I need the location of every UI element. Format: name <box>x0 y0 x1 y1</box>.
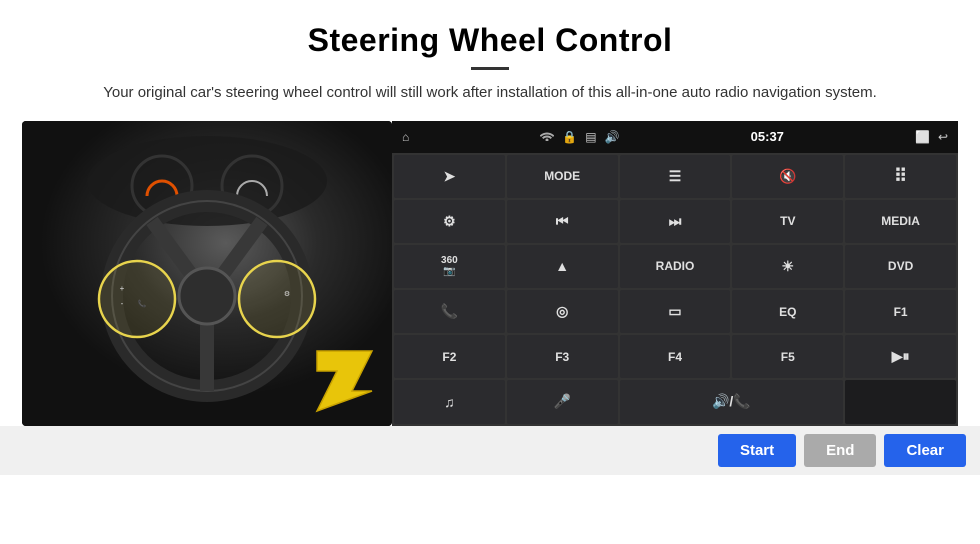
apps-button[interactable]: ⠿ <box>845 155 956 198</box>
f5-button[interactable]: F5 <box>732 335 843 378</box>
svg-text:📞: 📞 <box>138 299 147 308</box>
radio-button[interactable]: RADIO <box>620 245 731 288</box>
f2-button[interactable]: F2 <box>394 335 505 378</box>
vol-call-button[interactable]: 🔊/📞 <box>620 380 844 423</box>
f3-button[interactable]: F3 <box>507 335 618 378</box>
phone-button[interactable]: 📞 <box>394 290 505 333</box>
start-button[interactable]: Start <box>718 434 796 467</box>
steering-svg: + - 📞 ⚙ <box>22 121 392 426</box>
brightness-button[interactable]: ☀ <box>732 245 843 288</box>
wifi-icon <box>540 130 554 144</box>
mic-button[interactable]: 🎤 <box>507 380 618 423</box>
page-title: Steering Wheel Control <box>0 0 980 59</box>
status-time: 05:37 <box>751 129 784 144</box>
nav-button[interactable]: ➤ <box>394 155 505 198</box>
playpause-button[interactable]: ▶⏸ <box>845 335 956 378</box>
button-grid: ➤ MODE ☰ 🔇 ⠿ ⚙ ⏮ ⏭ TV MEDIA 360📷 ▲ RADIO… <box>392 153 958 426</box>
steering-bg: + - 📞 ⚙ <box>22 121 392 426</box>
bt-icon: 🔊 <box>605 130 620 144</box>
svg-text:⚙: ⚙ <box>284 290 290 298</box>
status-icons-left: ⌂ <box>402 130 409 144</box>
back-icon[interactable]: ↩ <box>938 130 948 144</box>
window-icon[interactable]: ⬜ <box>915 130 930 144</box>
lock-icon: 🔒 <box>562 130 577 144</box>
media-button[interactable]: MEDIA <box>845 200 956 243</box>
page-container: Steering Wheel Control Your original car… <box>0 0 980 475</box>
svg-text:+: + <box>120 284 125 293</box>
settings-button[interactable]: ⚙ <box>394 200 505 243</box>
status-icons-right: ⬜ ↩ <box>915 130 948 144</box>
title-divider <box>471 67 509 70</box>
prev-button[interactable]: ⏮ <box>507 200 618 243</box>
nav2-button[interactable]: ◎ <box>507 290 618 333</box>
clear-button[interactable]: Clear <box>884 434 966 467</box>
tv-button[interactable]: TV <box>732 200 843 243</box>
svg-text:-: - <box>121 299 124 308</box>
f1-button[interactable]: F1 <box>845 290 956 333</box>
head-unit: ⌂ 🔒 ▤ 🔊 05:37 ⬜ ↩ ➤ <box>392 121 958 426</box>
car-image: + - 📞 ⚙ <box>22 121 392 426</box>
end-button[interactable]: End <box>804 434 876 467</box>
next-button[interactable]: ⏭ <box>620 200 731 243</box>
content-area: + - 📞 ⚙ ⌂ <box>0 121 980 426</box>
list-button[interactable]: ☰ <box>620 155 731 198</box>
sd-icon: ▤ <box>585 130 596 144</box>
bottom-bar: Start End Clear <box>0 426 980 475</box>
eject-button[interactable]: ▲ <box>507 245 618 288</box>
home-icon[interactable]: ⌂ <box>402 130 409 144</box>
360cam-button[interactable]: 360📷 <box>394 245 505 288</box>
f4-button[interactable]: F4 <box>620 335 731 378</box>
music-button[interactable]: ♫ <box>394 380 505 423</box>
screen-button[interactable]: ▭ <box>620 290 731 333</box>
mode-button[interactable]: MODE <box>507 155 618 198</box>
eq-button[interactable]: EQ <box>732 290 843 333</box>
dvd-button[interactable]: DVD <box>845 245 956 288</box>
empty-button <box>845 380 956 423</box>
subtitle: Your original car's steering wheel contr… <box>0 82 980 105</box>
status-icons-center: 🔒 ▤ 🔊 <box>540 130 619 144</box>
status-bar: ⌂ 🔒 ▤ 🔊 05:37 ⬜ ↩ <box>392 121 958 153</box>
mute-button[interactable]: 🔇 <box>732 155 843 198</box>
